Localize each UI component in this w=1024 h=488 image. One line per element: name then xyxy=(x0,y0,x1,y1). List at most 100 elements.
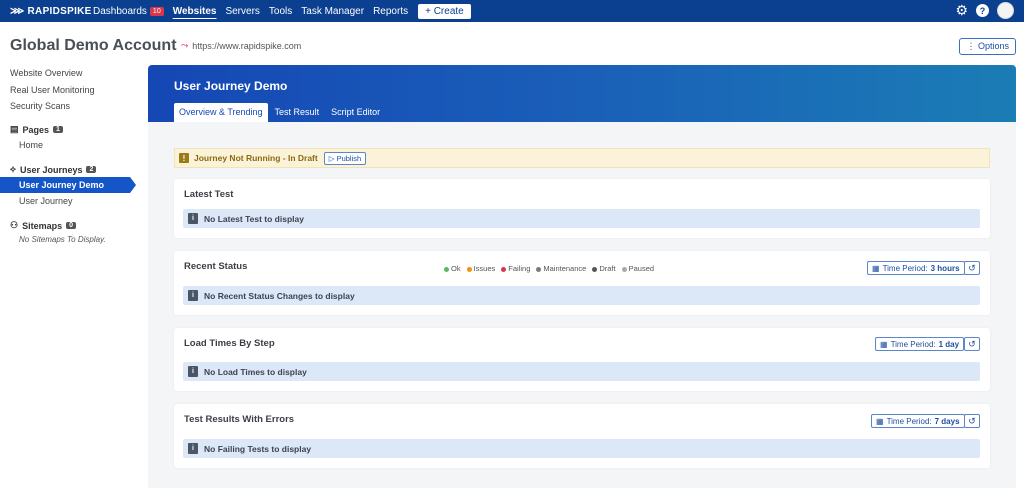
info-icon: i xyxy=(188,213,198,224)
load-times-empty-text: No Load Times to display xyxy=(204,366,307,377)
draft-notice-text: Journey Not Running - In Draft xyxy=(194,153,318,163)
top-navbar: ⋙ RAPIDSPIKE Dashboards 10 Websites Serv… xyxy=(0,0,1024,22)
calendar-icon: ▦ xyxy=(880,339,888,349)
site-url-text: https://www.rapidspike.com xyxy=(192,40,302,51)
latest-test-title: Latest Test xyxy=(184,189,234,200)
dashboards-count-badge: 10 xyxy=(149,6,164,16)
journey-title: User Journey Demo xyxy=(174,79,288,93)
recent-status-card: Recent Status Ok Issues Failing Maintena… xyxy=(174,251,990,315)
sidebar-item-real-user-monitoring[interactable]: Real User Monitoring xyxy=(0,83,140,100)
journeys-count-badge: 2 xyxy=(86,166,97,173)
nav-reports[interactable]: Reports xyxy=(373,6,408,17)
tab-bar: Overview & Trending Test Result Script E… xyxy=(174,103,385,122)
sidebar-item-website-overview[interactable]: Website Overview xyxy=(0,66,140,83)
tab-script-editor[interactable]: Script Editor xyxy=(326,103,385,122)
info-icon: i xyxy=(188,290,198,301)
issues-dot-icon xyxy=(466,266,472,272)
main-panel: User Journey Demo Overview & Trending Te… xyxy=(148,65,1016,488)
nav-dashboards[interactable]: Dashboards 10 xyxy=(93,6,164,17)
legend-failing: Failing xyxy=(501,264,530,273)
publish-button[interactable]: ▷ Publish xyxy=(323,151,367,165)
nav-servers[interactable]: Servers xyxy=(225,6,259,17)
sidebar-section-pages: ▤ Pages 1 xyxy=(0,123,140,137)
sitemap-icon: ⚇ xyxy=(10,220,19,230)
legend-ok: Ok xyxy=(444,264,461,273)
maintenance-dot-icon xyxy=(536,266,542,272)
sidebar-item-user-journey[interactable]: User Journey xyxy=(0,193,140,209)
link-icon: ⤳ xyxy=(181,40,189,50)
refresh-button[interactable]: ↺ xyxy=(964,414,980,428)
sidebar-section-sitemaps: ⚇ Sitemaps 0 xyxy=(0,219,140,233)
legend-paused: Paused xyxy=(621,264,654,273)
failing-dot-icon xyxy=(501,266,507,272)
create-button[interactable]: + Create xyxy=(418,3,471,19)
recent-status-empty: i No Recent Status Changes to display xyxy=(183,286,980,305)
journey-icon: ⟡ xyxy=(10,164,16,174)
latest-test-empty: i No Latest Test to display xyxy=(183,209,980,228)
logo-mark-icon: ⋙ xyxy=(10,5,25,17)
nav-dashboards-label: Dashboards xyxy=(93,5,147,17)
pages-label: Pages xyxy=(22,124,50,135)
logo-text: RAPIDSPIKE xyxy=(27,5,92,17)
calendar-icon: ▦ xyxy=(876,416,884,426)
user-journeys-label: User Journeys xyxy=(19,164,83,175)
sitemaps-label: Sitemaps xyxy=(22,220,63,231)
sidebar-section-user-journeys: ⟡ User Journeys 2 xyxy=(0,163,140,177)
load-times-title: Load Times By Step xyxy=(184,338,275,349)
time-period-value: 1 day xyxy=(938,339,960,349)
time-period-button[interactable]: ▦ Time Period: 3 hours xyxy=(867,261,965,275)
pages-count-badge: 1 xyxy=(53,126,63,133)
calendar-icon: ▦ xyxy=(872,263,880,273)
paused-dot-icon xyxy=(621,266,627,272)
legend-draft: Draft xyxy=(592,264,616,273)
ok-dot-icon xyxy=(444,266,449,272)
time-period-value: 7 days xyxy=(934,416,960,426)
tab-overview-trending[interactable]: Overview & Trending xyxy=(174,103,268,122)
errors-card: Test Results With Errors ▦ Time Period: … xyxy=(174,404,990,468)
nav-right-group: ⚙ ? xyxy=(955,2,1014,19)
info-icon: i xyxy=(188,366,198,377)
sitemaps-count-badge: 0 xyxy=(66,222,77,229)
page-title: Global Demo Account xyxy=(10,37,177,54)
rapidspike-logo[interactable]: ⋙ RAPIDSPIKE xyxy=(10,5,91,17)
legend-maintenance: Maintenance xyxy=(536,264,586,273)
options-button[interactable]: ⋮ Options xyxy=(959,38,1016,55)
journey-header: User Journey Demo Overview & Trending Te… xyxy=(148,65,1016,122)
site-url[interactable]: ⤳ https://www.rapidspike.com xyxy=(181,40,301,51)
tab-test-result[interactable]: Test Result xyxy=(270,103,325,122)
nav-task-manager[interactable]: Task Manager xyxy=(301,6,364,17)
status-legend: Ok Issues Failing Maintenance Draft Paus… xyxy=(444,264,654,273)
latest-test-card: Latest Test i No Latest Test to display xyxy=(174,179,990,238)
sidebar-item-user-journey-demo[interactable]: User Journey Demo xyxy=(0,176,136,193)
errors-title: Test Results With Errors xyxy=(184,414,295,425)
sidebar: Website Overview Real User Monitoring Se… xyxy=(0,66,140,247)
refresh-icon: ↺ xyxy=(968,338,976,349)
time-period-button[interactable]: ▦ Time Period: 1 day xyxy=(875,337,965,351)
gear-icon[interactable]: ⚙ xyxy=(955,2,968,19)
sidebar-item-security-scans[interactable]: Security Scans xyxy=(0,99,140,116)
refresh-icon: ↺ xyxy=(968,415,976,426)
recent-status-empty-text: No Recent Status Changes to display xyxy=(204,290,355,301)
draft-notice: ! Journey Not Running - In Draft ▷ Publi… xyxy=(174,148,990,168)
sitemaps-empty-text: No Sitemaps To Display. xyxy=(19,234,106,244)
refresh-button[interactable]: ↺ xyxy=(964,337,980,351)
help-icon[interactable]: ? xyxy=(976,4,989,17)
page-icon: ▤ xyxy=(10,124,19,134)
nav-tools[interactable]: Tools xyxy=(269,6,292,17)
warning-icon: ! xyxy=(179,153,189,163)
errors-empty: i No Failing Tests to display xyxy=(183,439,980,458)
refresh-button[interactable]: ↺ xyxy=(964,261,980,275)
legend-issues: Issues xyxy=(466,264,495,273)
recent-status-title: Recent Status xyxy=(184,261,248,272)
nav-websites[interactable]: Websites xyxy=(173,6,217,17)
load-times-empty: i No Load Times to display xyxy=(183,362,980,381)
sidebar-item-home[interactable]: Home xyxy=(0,137,140,153)
info-icon: i xyxy=(188,443,198,454)
avatar[interactable] xyxy=(997,2,1014,19)
errors-empty-text: No Failing Tests to display xyxy=(204,443,312,454)
load-times-card: Load Times By Step ▦ Time Period: 1 day … xyxy=(174,328,990,391)
time-period-button[interactable]: ▦ Time Period: 7 days xyxy=(871,414,965,428)
draft-dot-icon xyxy=(592,266,598,272)
latest-test-empty-text: No Latest Test to display xyxy=(204,213,304,224)
time-period-value: 3 hours xyxy=(930,263,960,273)
